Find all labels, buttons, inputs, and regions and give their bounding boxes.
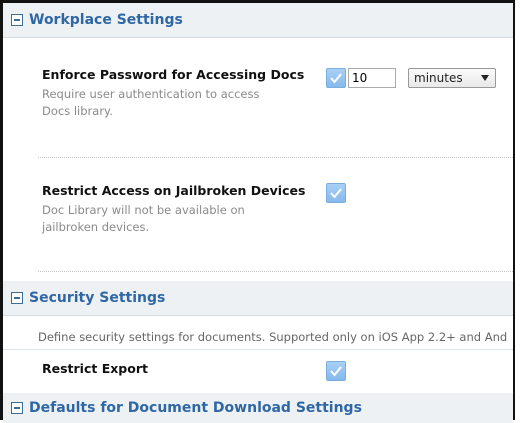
checkmark-icon xyxy=(330,366,342,377)
collapse-icon[interactable] xyxy=(11,14,23,26)
jailbroken-description: Doc Library will not be available on jai… xyxy=(42,203,245,234)
collapse-icon[interactable] xyxy=(11,292,23,304)
security-settings-header[interactable]: Security Settings xyxy=(3,281,513,316)
workplace-settings-header[interactable]: Workplace Settings xyxy=(3,3,513,38)
security-info-text: Define security settings for documents. … xyxy=(38,330,508,344)
jailbroken-checkbox[interactable] xyxy=(326,183,346,203)
jailbroken-label: Restrict Access on Jailbroken Devices xyxy=(42,183,306,198)
restrict-export-checkbox[interactable] xyxy=(326,361,346,381)
dropdown-arrow-icon xyxy=(481,75,489,81)
checkmark-icon xyxy=(330,73,342,84)
timeout-unit-select[interactable]: minutes xyxy=(408,68,496,88)
enforce-password-label: Enforce Password for Accessing Docs xyxy=(42,67,305,82)
restrict-export-label: Restrict Export xyxy=(42,361,148,376)
divider xyxy=(38,157,513,158)
settings-panel: Workplace Settings Enforce Password for … xyxy=(0,0,515,423)
collapse-icon[interactable] xyxy=(11,402,23,414)
divider xyxy=(3,349,513,350)
checkmark-icon xyxy=(330,188,342,199)
section-title: Defaults for Document Download Settings xyxy=(29,400,362,416)
divider xyxy=(38,271,513,272)
timeout-input[interactable] xyxy=(348,68,396,88)
timeout-unit-value: minutes xyxy=(414,71,463,85)
enforce-password-checkbox[interactable] xyxy=(326,68,346,88)
section-title: Workplace Settings xyxy=(29,12,183,28)
download-defaults-header[interactable]: Defaults for Document Download Settings xyxy=(3,393,513,423)
enforce-password-description: Require user authentication to access Do… xyxy=(42,87,260,118)
section-title: Security Settings xyxy=(29,290,166,306)
